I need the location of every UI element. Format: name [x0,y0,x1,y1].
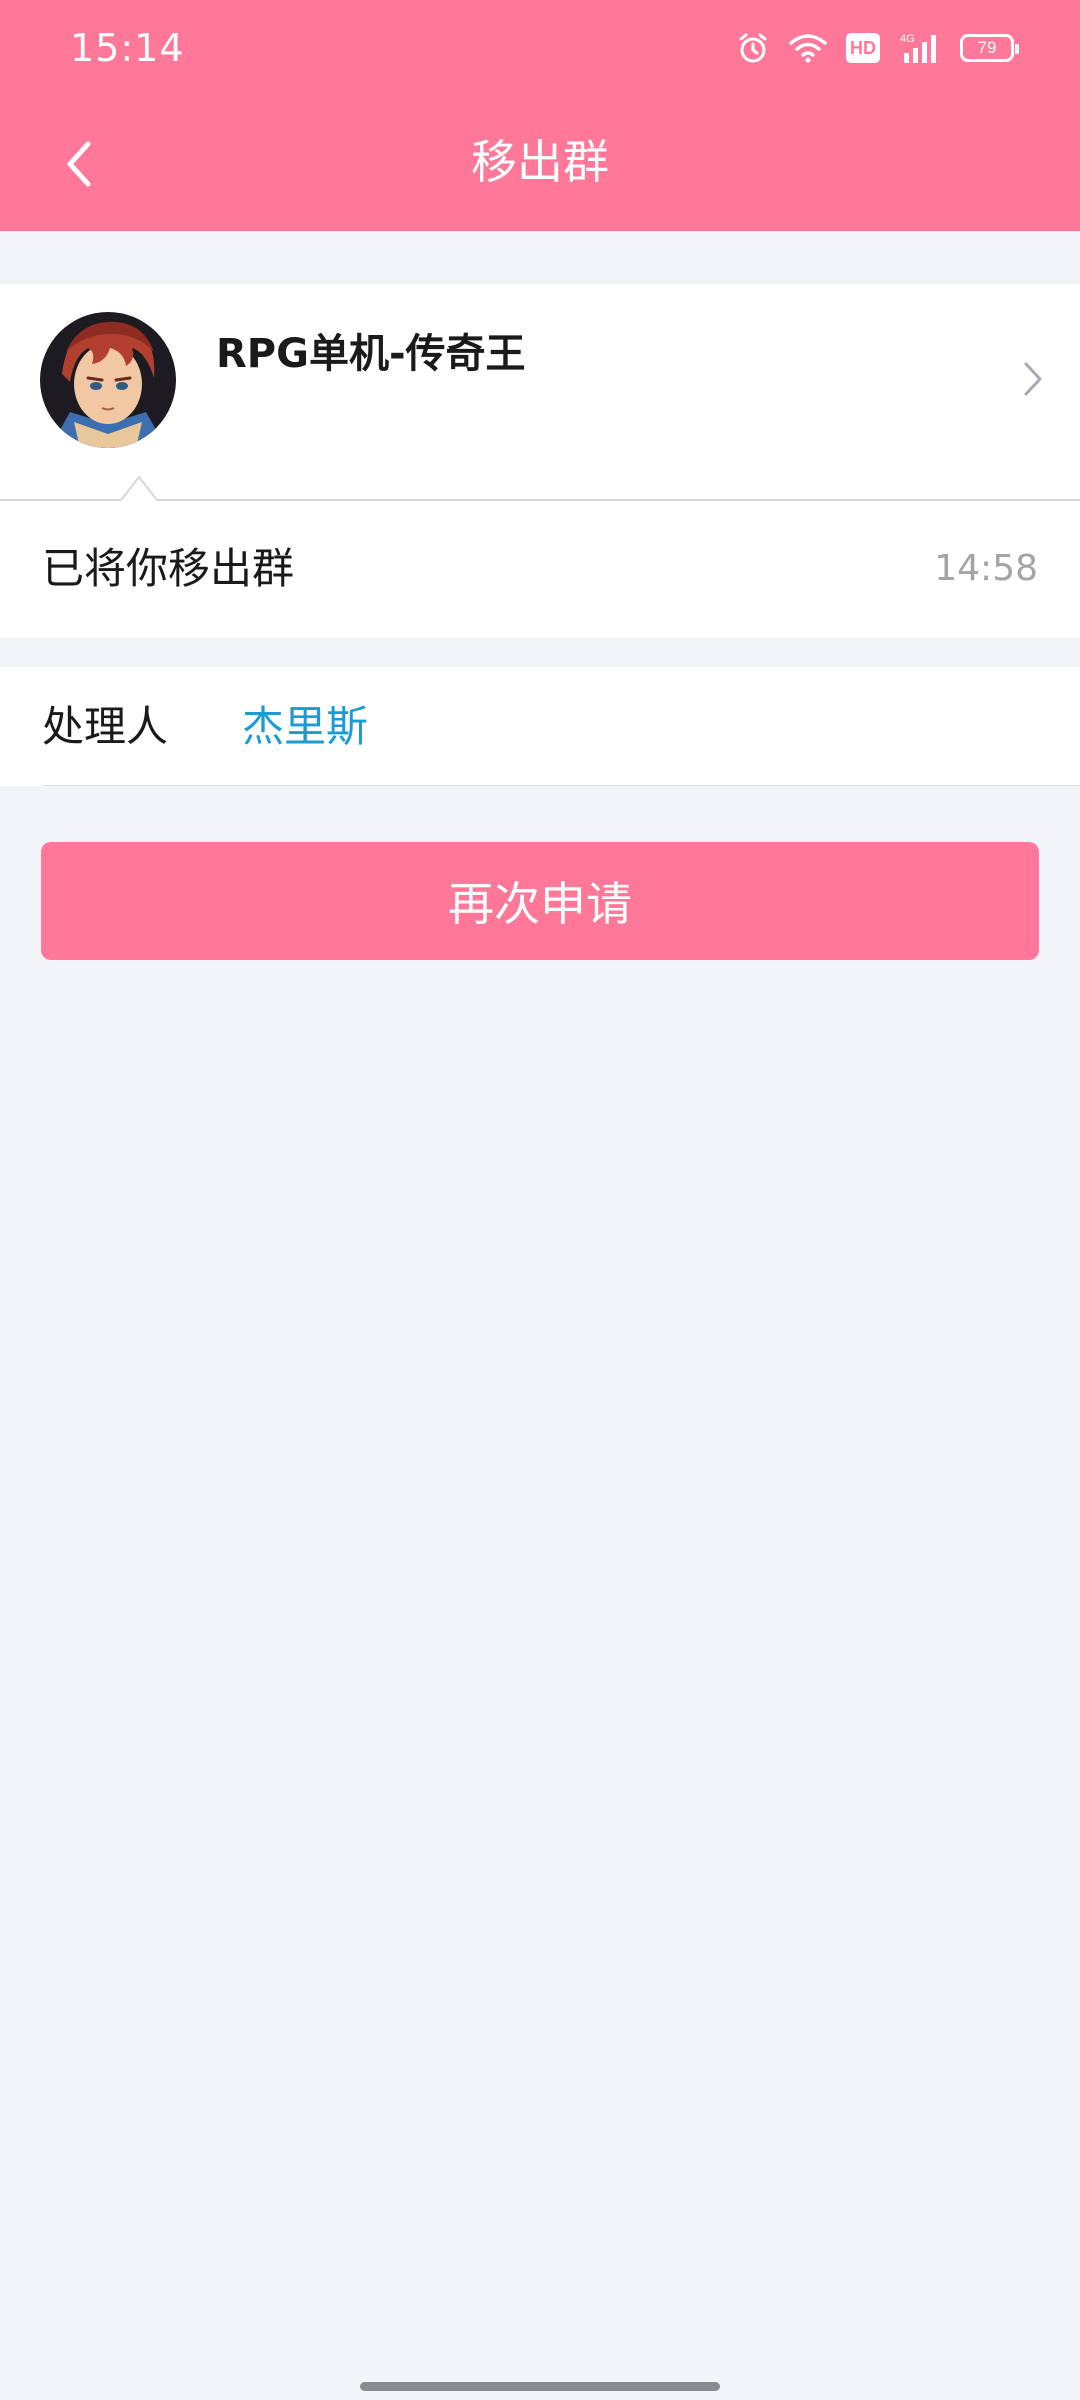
alarm-icon [736,31,770,65]
handler-name-link[interactable]: 杰里斯 [242,697,368,757]
cellular-signal-icon: 4G [898,31,942,65]
pointer-notch-icon [121,475,157,501]
chevron-right-icon [1022,360,1044,402]
header: 15:14 HD 4G 79 移出群 [0,0,1080,231]
home-indicator[interactable] [360,2382,720,2391]
battery-level: 79 [977,38,997,57]
nav-bar: 移出群 [0,96,1080,231]
status-icons: HD 4G 79 [736,28,1019,68]
handler-row: 处理人 杰里斯 [0,667,1080,786]
group-name: RPG单机-传奇王 [216,331,526,377]
group-card[interactable]: RPG单机-传奇王 [0,284,1080,500]
reapply-button[interactable]: 再次申请 [41,842,1039,960]
status-time: 15:14 [70,26,185,70]
row-divider [42,785,1080,786]
message-time: 14:58 [934,548,1038,589]
hd-badge: HD [846,33,880,63]
status-bar: 15:14 HD 4G 79 [0,0,1080,96]
page-title: 移出群 [471,135,609,189]
handler-label: 处理人 [42,702,169,751]
group-avatar [40,312,176,448]
message-row: 已将你移出群 14:58 [0,501,1080,638]
wifi-icon [788,32,828,64]
removal-message: 已将你移出群 [42,544,295,593]
battery-icon: 79 [960,34,1019,62]
network-type-label: 4G [900,33,915,45]
